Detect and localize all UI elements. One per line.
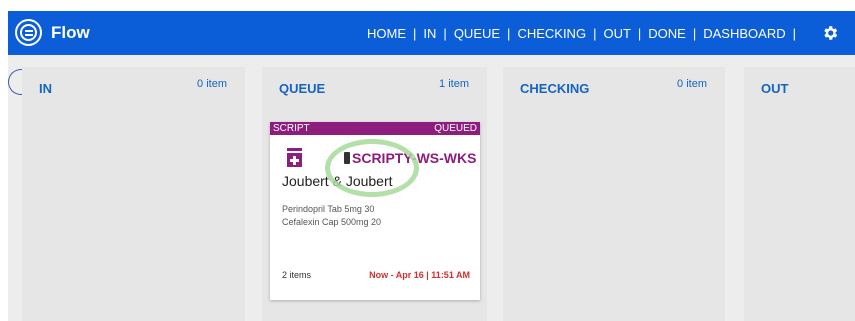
nav-separator: |: [507, 26, 511, 41]
column-count: 0 item: [197, 78, 227, 90]
column-count: 1 item: [439, 78, 469, 90]
item-list: Perindopril Tab 5mg 30 Cefalexin Cap 500…: [282, 203, 381, 229]
nav-in[interactable]: IN: [423, 26, 436, 41]
column-in: IN 0 item: [22, 67, 245, 321]
app-title: Flow: [51, 23, 90, 42]
item-count: 2 items: [282, 270, 312, 280]
card-type-label: SCRIPT: [273, 123, 310, 134]
nav-separator: |: [692, 26, 697, 41]
nav-checking[interactable]: CHECKING: [517, 26, 586, 41]
highlight-annotation: [325, 139, 419, 197]
column-title: CHECKING: [520, 81, 590, 96]
column-title: IN: [39, 81, 52, 96]
prescription-bottle-icon: [287, 148, 302, 167]
nav-separator: |: [593, 26, 597, 41]
settings-gear-icon[interactable]: [821, 24, 839, 42]
script-card[interactable]: SCRIPT QUEUED SCRIPTY-WS-WKS Joubert & J…: [270, 122, 480, 300]
nav-separator: |: [443, 26, 447, 41]
column-out: OUT: [744, 67, 855, 321]
card-status-label: QUEUED: [434, 123, 477, 134]
nav-queue[interactable]: QUEUE: [454, 26, 500, 41]
list-item: Cefalexin Cap 500mg 20: [282, 217, 382, 227]
nav-out[interactable]: OUT: [603, 26, 630, 41]
nav-done[interactable]: DONE: [648, 26, 686, 41]
nav-home[interactable]: HOME: [367, 26, 406, 41]
nav-separator: |: [792, 26, 796, 41]
column-count: 0 item: [677, 78, 707, 90]
column-queue: QUEUE 1 item SCRIPT QUEUED SCRIPTY-WS-WK…: [262, 67, 487, 321]
column-checking: CHECKING 0 item: [503, 67, 725, 321]
nav-dashboard[interactable]: DASHBOARD: [703, 26, 785, 41]
nav-separator: |: [637, 26, 642, 41]
nav-separator: |: [413, 26, 417, 41]
top-nav-bar: Flow HOME | IN | QUEUE | CHECKING | OUT …: [8, 11, 855, 55]
card-footer: 2 items Now - Apr 16 | 11:51 AM: [282, 270, 470, 280]
flow-logo-icon[interactable]: [15, 19, 42, 46]
app-frame: Flow HOME | IN | QUEUE | CHECKING | OUT …: [8, 11, 855, 321]
main-nav: HOME | IN | QUEUE | CHECKING | OUT | DON…: [367, 26, 803, 41]
column-title: OUT: [761, 81, 789, 96]
list-item: Perindopril Tab 5mg 30: [282, 204, 375, 214]
card-header: SCRIPT QUEUED: [270, 122, 480, 135]
column-title: QUEUE: [279, 81, 326, 96]
queued-time: Now - Apr 16 | 11:51 AM: [369, 270, 470, 280]
